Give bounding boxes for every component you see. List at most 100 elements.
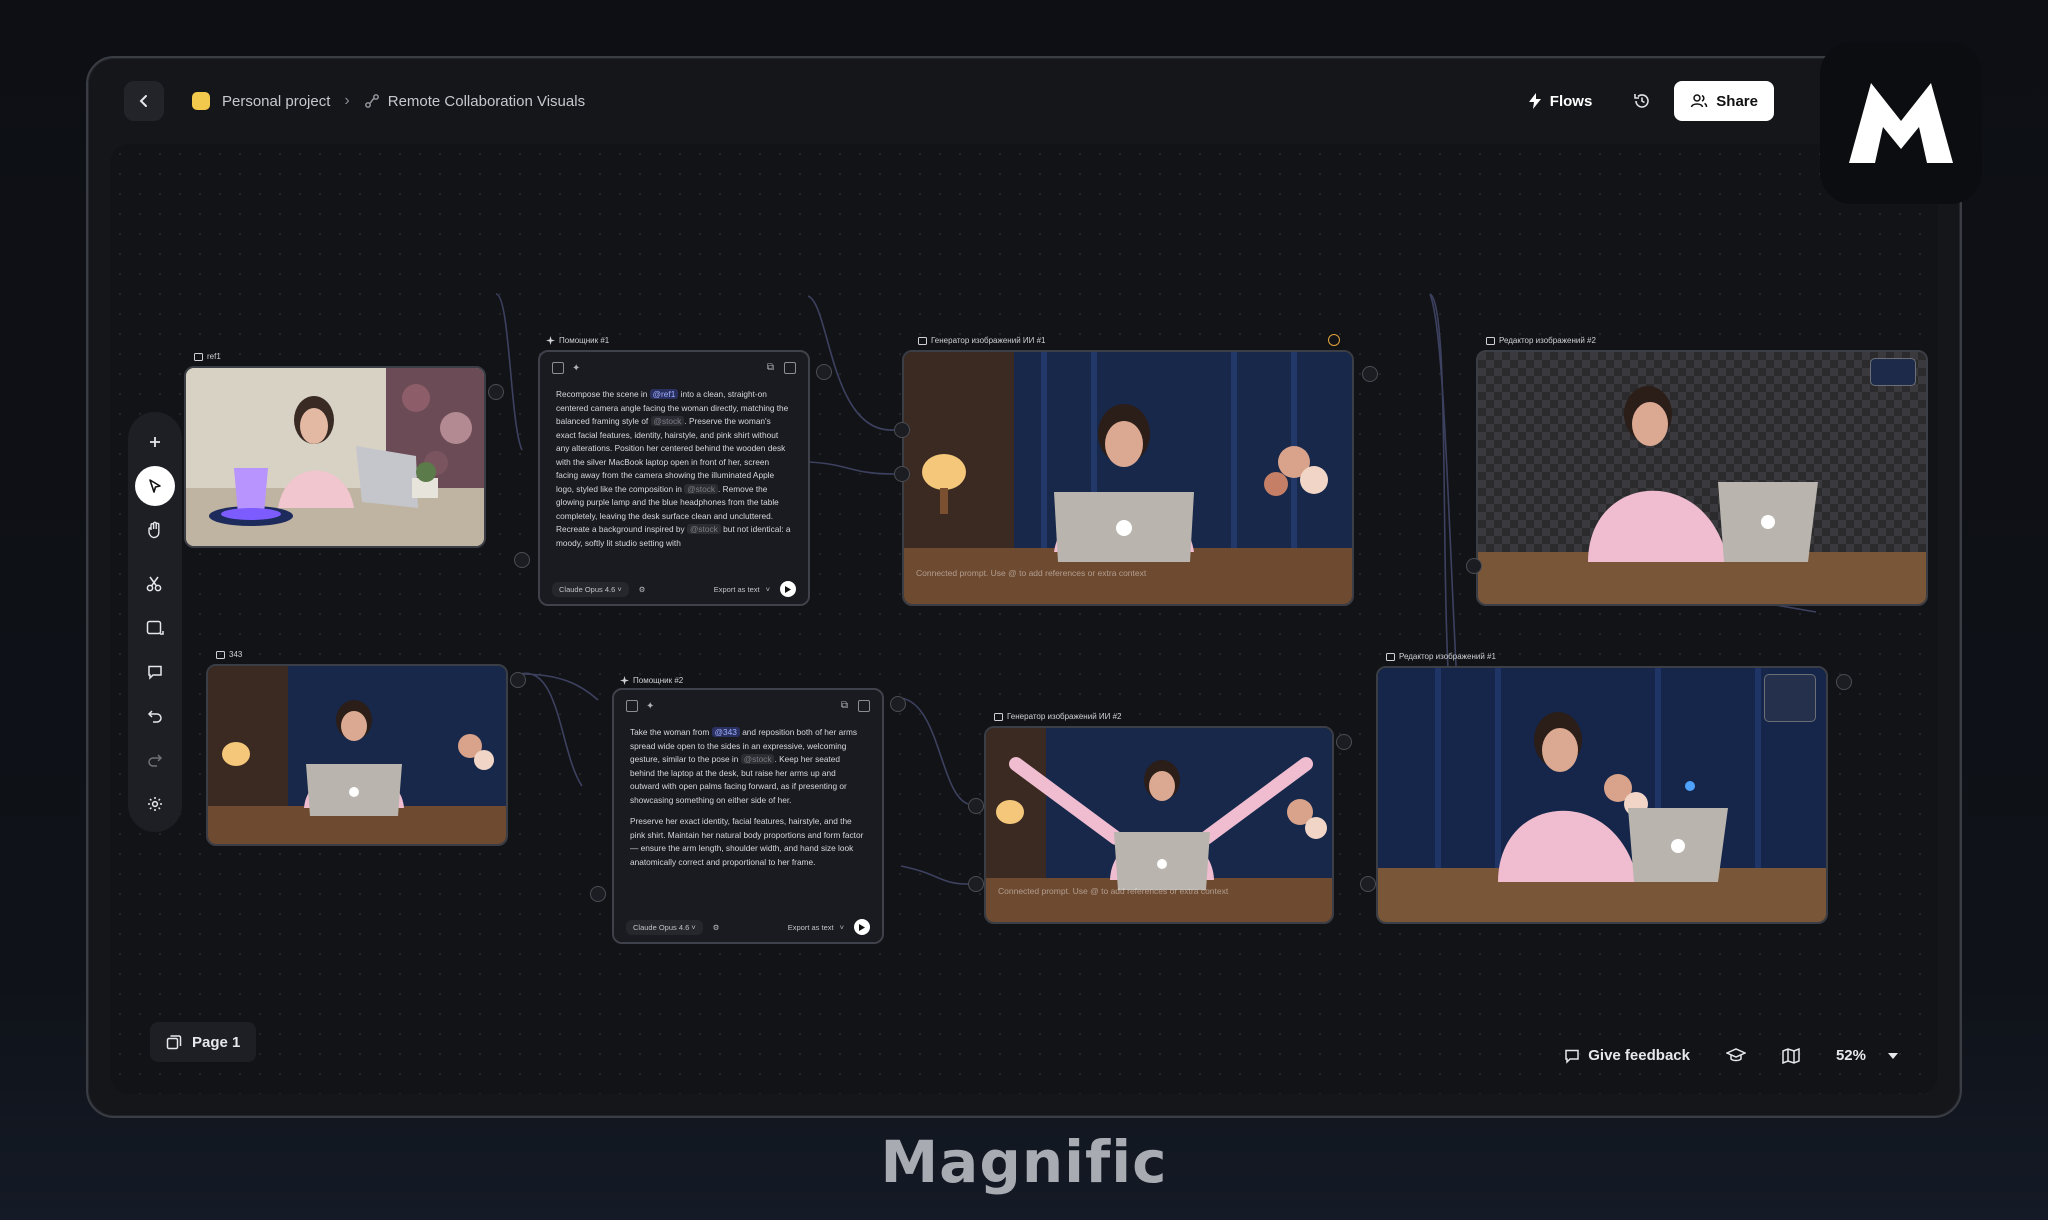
feedback-label: Give feedback <box>1588 1047 1690 1064</box>
app-window: Personal project › Remote Collaboration … <box>86 56 1962 1118</box>
node-label-343: 343 <box>216 650 242 659</box>
give-feedback-button[interactable]: Give feedback <box>1564 1047 1690 1064</box>
text-mode-icon[interactable] <box>552 362 564 374</box>
image-icon <box>1486 336 1495 345</box>
brand-logo-badge <box>1820 42 1982 204</box>
hand-tool[interactable] <box>135 510 175 550</box>
sparkle-icon <box>546 336 555 345</box>
minimap-button[interactable] <box>1782 1047 1800 1064</box>
prompt-card-footer: Claude Opus 4.6 ˅ ⚙ Export as text ˅ <box>614 912 882 942</box>
comment-tool[interactable] <box>135 652 175 692</box>
output-port[interactable] <box>1362 366 1378 382</box>
expand-icon[interactable] <box>858 700 870 712</box>
output-port[interactable] <box>1836 674 1852 690</box>
add-icon <box>150 437 160 447</box>
back-button[interactable] <box>124 81 164 121</box>
image-node-343[interactable] <box>206 664 508 846</box>
share-label: Share <box>1716 92 1758 110</box>
model-select[interactable]: Claude Opus 4.6 ˅ <box>626 919 703 935</box>
reference-thumbnail[interactable] <box>1764 674 1816 722</box>
breadcrumb-project[interactable]: Personal project <box>222 93 330 110</box>
copy-icon[interactable]: ⧉ <box>841 700 848 712</box>
add-tool[interactable] <box>135 422 175 462</box>
reference-chip[interactable]: @stock <box>684 483 719 494</box>
image-icon <box>194 352 203 361</box>
input-port[interactable] <box>968 876 984 892</box>
model-select[interactable]: Claude Opus 4.6 ˅ <box>552 581 629 597</box>
image-icon <box>994 712 1003 721</box>
output-port[interactable] <box>510 672 526 688</box>
redo-tool[interactable] <box>135 740 175 780</box>
export-as-text-button[interactable]: Export as text ˅ <box>714 585 770 594</box>
play-icon <box>785 585 791 593</box>
bottom-controls: Give feedback 52% <box>1564 1047 1898 1064</box>
run-button[interactable] <box>780 581 796 597</box>
reference-chip[interactable]: @stock <box>740 754 775 764</box>
input-port[interactable] <box>1360 876 1376 892</box>
text-mode-icon[interactable] <box>626 700 638 712</box>
image-node-generator1[interactable]: Connected prompt. Use @ to add reference… <box>902 350 1354 606</box>
output-port[interactable] <box>816 364 832 380</box>
learn-button[interactable] <box>1725 1047 1746 1064</box>
output-port[interactable] <box>488 384 504 400</box>
input-port[interactable] <box>968 798 984 814</box>
output-port[interactable] <box>1336 734 1352 750</box>
frame-tool[interactable] <box>135 608 175 648</box>
sparkle-tool-icon[interactable]: ✦ <box>646 701 654 712</box>
history-button[interactable] <box>1632 91 1652 111</box>
node-label-editor2: Редактор изображений #2 <box>1486 336 1596 345</box>
reference-chip[interactable]: @343 <box>711 727 740 737</box>
pages-icon <box>166 1035 182 1050</box>
settings-small-icon[interactable]: ⚙ <box>713 923 720 932</box>
page-selector[interactable]: Page 1 <box>150 1022 257 1062</box>
brand-wordmark: Magnific <box>880 1128 1168 1196</box>
pointer-icon <box>149 479 161 493</box>
connected-prompt-caption: Connected prompt. Use @ to add reference… <box>916 568 1147 578</box>
output-port[interactable] <box>890 696 906 712</box>
run-button[interactable] <box>854 919 870 935</box>
breadcrumb-page[interactable]: Remote Collaboration Visuals <box>388 93 585 110</box>
share-button[interactable]: Share <box>1674 81 1774 121</box>
assistant-node-2[interactable]: ✦ ⧉ Take the woman from @343 and reposit… <box>612 688 884 944</box>
undo-icon <box>147 710 162 723</box>
reference-chip[interactable]: @ref1 <box>649 389 679 399</box>
image-node-editor2[interactable] <box>1476 350 1928 606</box>
chevron-left-icon <box>139 95 147 107</box>
input-port[interactable] <box>894 466 910 482</box>
input-port[interactable] <box>590 886 606 902</box>
image-node-generator2[interactable]: Connected prompt. Use @ to add reference… <box>984 726 1334 924</box>
expand-icon[interactable] <box>784 362 796 374</box>
undo-tool[interactable] <box>135 696 175 736</box>
chevron-right-icon: › <box>344 92 350 109</box>
history-icon <box>1634 94 1650 108</box>
image-node-editor1[interactable] <box>1376 666 1828 924</box>
zoom-select[interactable]: 52% <box>1836 1047 1898 1064</box>
prompt-text[interactable]: Recompose the scene in @ref1 into a clea… <box>540 384 808 574</box>
assistant-node-1[interactable]: ✦ ⧉ Recompose the scene in @ref1 into a … <box>538 350 810 606</box>
status-check-icon <box>1328 334 1340 346</box>
flow-canvas[interactable]: ref1 Помощник #1 ✦ ⧉ Recompose the scene… <box>110 144 1938 1094</box>
image-icon <box>216 650 225 659</box>
flows-button[interactable]: Flows <box>1528 92 1593 110</box>
tool-palette <box>128 412 182 832</box>
reference-chip[interactable]: @stock <box>650 416 685 426</box>
copy-icon[interactable]: ⧉ <box>767 362 774 374</box>
prompt-text[interactable]: Take the woman from @343 and reposition … <box>614 722 882 912</box>
reference-thumbnail[interactable] <box>1870 358 1916 386</box>
input-port[interactable] <box>514 552 530 568</box>
settings-small-icon[interactable]: ⚙ <box>639 585 646 594</box>
page-label: Page 1 <box>192 1033 241 1051</box>
image-node-ref1[interactable] <box>184 366 486 548</box>
pointer-tool[interactable] <box>135 466 175 506</box>
reference-chip[interactable]: @stock <box>686 524 721 534</box>
input-port[interactable] <box>1466 558 1482 574</box>
settings-tool[interactable] <box>135 784 175 824</box>
magnific-logo-icon <box>1849 83 1953 163</box>
scissors-tool[interactable] <box>135 564 175 604</box>
export-as-text-button[interactable]: Export as text ˅ <box>788 923 844 932</box>
node-label-ref1: ref1 <box>194 352 221 361</box>
sparkle-tool-icon[interactable]: ✦ <box>572 363 580 374</box>
input-port[interactable] <box>894 422 910 438</box>
flows-label: Flows <box>1549 92 1593 110</box>
project-color-swatch <box>192 92 210 110</box>
